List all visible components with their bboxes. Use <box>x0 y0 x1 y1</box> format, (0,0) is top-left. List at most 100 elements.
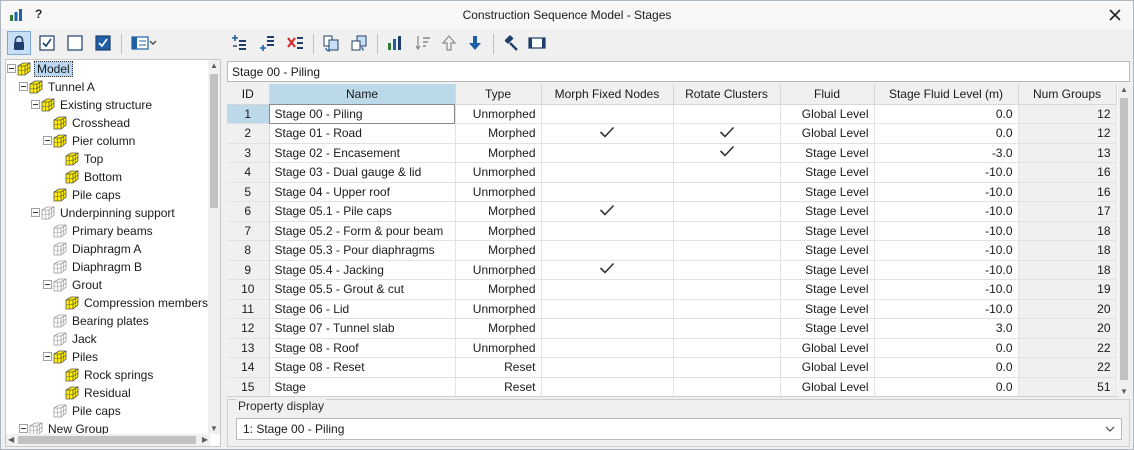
table-row[interactable]: 3 Stage 02 - Encasement Morphed Stage Level… <box>227 143 1117 163</box>
row-id-cell[interactable]: 12 <box>227 318 270 339</box>
table-row[interactable]: 2 Stage 01 - Road Morphed Global Level 0.0 12 <box>227 123 1117 144</box>
tree-item[interactable]: Primary beams <box>52 222 155 240</box>
table-row[interactable]: 4 Stage 03 - Dual gauge & lid Unmorphed Sta… <box>227 162 1117 183</box>
num-groups-cell[interactable]: 18 <box>1018 240 1117 261</box>
stage-name-cell[interactable]: Stage 05.4 - Jacking <box>269 260 456 280</box>
tree-item[interactable]: Compression members <box>64 294 210 312</box>
rotate-clusters-cell[interactable] <box>673 104 781 124</box>
collapse-toggle-icon[interactable] <box>43 352 52 361</box>
table-row[interactable]: 10 Stage 05.5 - Grout & cut Morphed Stage L… <box>227 279 1117 300</box>
paste-stage-button[interactable] <box>347 31 371 55</box>
row-id-cell[interactable]: 7 <box>227 221 270 241</box>
scroll-down-icon[interactable]: ▼ <box>210 424 218 433</box>
layout-dropdown-button[interactable] <box>129 31 159 55</box>
morph-fixed-nodes-cell[interactable] <box>541 162 674 183</box>
morph-fixed-nodes-cell[interactable] <box>541 357 674 378</box>
table-row[interactable]: 7 Stage 05.2 - Form & pour beam Morphed Sta… <box>227 221 1117 241</box>
lock-button[interactable] <box>7 31 31 55</box>
stages-grid[interactable]: ID Name Type Morph Fixed Nodes Rotate Cluste… <box>227 84 1130 397</box>
grid-scroll-thumb[interactable] <box>1120 98 1128 380</box>
grid-scroll-up-icon[interactable]: ▲ <box>1120 85 1128 94</box>
stage-type-cell[interactable]: Unmorphed <box>455 104 542 124</box>
rotate-clusters-cell[interactable] <box>673 240 781 261</box>
tree-item[interactable]: Bearing plates <box>52 312 151 330</box>
stage-fluid-level-cell[interactable]: -10.0 <box>874 182 1019 202</box>
stage-name-cell[interactable]: Stage 08 - Reset <box>269 357 456 378</box>
morph-fixed-nodes-cell[interactable] <box>541 201 674 222</box>
table-row[interactable]: 6 Stage 05.1 - Pile caps Morphed Stage Leve… <box>227 201 1117 222</box>
stage-fluid-level-cell[interactable]: 0.0 <box>874 357 1019 378</box>
morph-fixed-nodes-cell[interactable] <box>541 104 674 124</box>
stage-name-cell[interactable]: Stage 05.1 - Pile caps <box>269 201 456 222</box>
column-header[interactable]: Stage Fluid Level (m) <box>874 84 1019 105</box>
rotate-clusters-cell[interactable] <box>673 143 781 163</box>
num-groups-cell[interactable]: 22 <box>1018 338 1117 358</box>
move-up-button[interactable] <box>437 31 461 55</box>
morph-fixed-nodes-cell[interactable] <box>541 299 674 319</box>
tree-item[interactable]: Residual <box>64 384 133 402</box>
stage-type-cell[interactable]: Unmorphed <box>455 299 542 319</box>
stage-name-cell[interactable]: Stage 04 - Upper roof <box>269 182 456 202</box>
insert-stage-below-button[interactable] <box>255 31 279 55</box>
tree-item[interactable]: Diaphragm B <box>52 258 144 276</box>
tree-item[interactable]: Rock springs <box>64 366 155 384</box>
rotate-clusters-cell[interactable] <box>673 299 781 319</box>
rotate-clusters-cell[interactable] <box>673 201 781 222</box>
stage-fluid-level-cell[interactable]: -10.0 <box>874 279 1019 300</box>
tree-horizontal-scrollbar[interactable]: ◀ ▶ <box>6 434 210 446</box>
stage-name-cell[interactable]: Stage 08 - Roof <box>269 338 456 358</box>
row-id-cell[interactable]: 5 <box>227 182 270 202</box>
fluid-cell[interactable]: Stage Level <box>780 143 875 163</box>
tree-item[interactable]: Pile caps <box>52 402 123 420</box>
row-id-cell[interactable]: 10 <box>227 279 270 300</box>
collapse-toggle-icon[interactable] <box>19 82 28 91</box>
num-groups-cell[interactable]: 12 <box>1018 123 1117 144</box>
stage-name-cell[interactable]: Stage <box>269 377 456 396</box>
fluid-cell[interactable]: Global Level <box>780 357 875 378</box>
collapse-toggle-icon[interactable] <box>43 280 52 289</box>
num-groups-cell[interactable]: 19 <box>1018 279 1117 300</box>
stage-fluid-level-cell[interactable]: 0.0 <box>874 104 1019 124</box>
tree-item[interactable]: Pile caps <box>52 186 123 204</box>
stage-fluid-level-cell[interactable]: -10.0 <box>874 260 1019 280</box>
row-id-cell[interactable]: 2 <box>227 123 270 144</box>
fluid-cell[interactable]: Stage Level <box>780 279 875 300</box>
row-id-cell[interactable]: 15 <box>227 377 270 396</box>
morph-fixed-nodes-cell[interactable] <box>541 260 674 280</box>
morph-fixed-nodes-cell[interactable] <box>541 318 674 339</box>
stage-name-cell[interactable]: Stage 07 - Tunnel slab <box>269 318 456 339</box>
scroll-up-icon[interactable]: ▲ <box>210 61 218 70</box>
row-id-cell[interactable]: 1 <box>227 104 270 124</box>
film-button[interactable] <box>525 31 549 55</box>
fluid-cell[interactable]: Stage Level <box>780 260 875 280</box>
rotate-clusters-cell[interactable] <box>673 377 781 396</box>
collapse-toggle-icon[interactable] <box>31 208 40 217</box>
stage-type-cell[interactable]: Morphed <box>455 221 542 241</box>
tree-item[interactable]: Bottom <box>64 168 124 186</box>
fluid-cell[interactable]: Global Level <box>780 338 875 358</box>
tree-item[interactable]: Top <box>64 150 105 168</box>
num-groups-cell[interactable]: 12 <box>1018 104 1117 124</box>
morph-fixed-nodes-cell[interactable] <box>541 279 674 300</box>
stage-fluid-level-cell[interactable]: -10.0 <box>874 240 1019 261</box>
fluid-cell[interactable]: Global Level <box>780 104 875 124</box>
morph-fixed-nodes-cell[interactable] <box>541 123 674 144</box>
num-groups-cell[interactable]: 17 <box>1018 201 1117 222</box>
rotate-clusters-cell[interactable] <box>673 318 781 339</box>
morph-fixed-nodes-cell[interactable] <box>541 377 674 396</box>
stage-fluid-level-cell[interactable]: -3.0 <box>874 143 1019 163</box>
stage-fluid-level-cell[interactable]: -10.0 <box>874 201 1019 222</box>
table-row[interactable]: 11 Stage 06 - Lid Unmorphed Stage Level -10.… <box>227 299 1117 319</box>
fluid-cell[interactable]: Stage Level <box>780 318 875 339</box>
stage-fluid-level-cell[interactable]: 0.0 <box>874 123 1019 144</box>
fluid-cell[interactable]: Stage Level <box>780 299 875 319</box>
move-down-button[interactable] <box>463 31 487 55</box>
column-header[interactable]: ID <box>227 84 270 105</box>
stage-fluid-level-cell[interactable]: 3.0 <box>874 318 1019 339</box>
fluid-cell[interactable]: Stage Level <box>780 201 875 222</box>
collapse-toggle-icon[interactable] <box>19 424 28 433</box>
num-groups-cell[interactable]: 20 <box>1018 299 1117 319</box>
stage-type-cell[interactable]: Morphed <box>455 318 542 339</box>
stage-type-cell[interactable]: Unmorphed <box>455 182 542 202</box>
fluid-cell[interactable]: Stage Level <box>780 162 875 183</box>
